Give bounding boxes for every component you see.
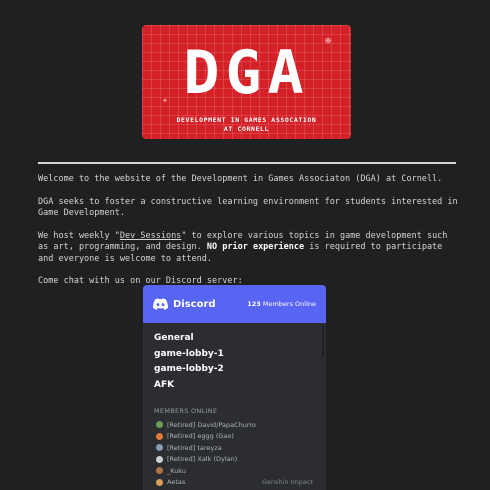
logo-subtitle-line1: DEVELOPMENT IN GAMES ASSOCATION	[176, 116, 317, 124]
member-item[interactable]: _Kuku	[156, 465, 313, 477]
logo-robot-icon: ☻	[325, 36, 332, 47]
member-item[interactable]: [Retired] eggg (Gao)	[156, 431, 313, 443]
discord-widget: Discord 123 Members Online General game-…	[143, 285, 326, 490]
online-number: 123	[247, 300, 261, 308]
online-count: 123 Members Online	[247, 300, 316, 308]
member-avatar	[156, 421, 163, 429]
member-avatar	[156, 444, 163, 452]
logo-subtitle-line2: AT CORNELL	[223, 125, 270, 133]
logo-subtitle: DEVELOPMENT IN GAMES ASSOCATION AT CORNE…	[142, 116, 351, 134]
member-name: [Retired] Xalk (Dylan)	[167, 455, 238, 464]
member-item[interactable]: [Retired] tareyza	[156, 442, 313, 454]
online-label: Members Online	[262, 300, 316, 308]
no-experience-emphasis: NO prior experience	[206, 242, 305, 252]
discord-logo[interactable]: Discord	[153, 298, 216, 310]
channel-scrollbar[interactable]	[322, 325, 324, 357]
discord-header: Discord 123 Members Online	[143, 285, 326, 323]
logo-mark: DGA	[183, 38, 310, 108]
member-name: [Retired] David/PapaChurro	[167, 420, 256, 429]
dev-sessions-link[interactable]: Dev Sessions	[120, 231, 181, 241]
member-item[interactable]: [Retired] David/PapaChurro	[156, 419, 313, 431]
member-item[interactable]: [Retired] Xalk (Dylan)	[156, 454, 313, 466]
logo-star-icon: ✦	[162, 95, 169, 106]
member-avatar	[156, 467, 163, 475]
sessions-text-before: We host weekly "	[38, 230, 120, 241]
divider	[38, 162, 456, 164]
member-avatar	[156, 478, 163, 486]
members-online-header: MEMBERS ONLINE	[154, 407, 218, 415]
member-name: _Kuku	[167, 466, 186, 475]
member-name: [Retired] eggg (Gao)	[167, 432, 234, 441]
member-list: [Retired] David/PapaChurro [Retired] egg…	[143, 419, 326, 488]
channel-game-lobby-1[interactable]: game-lobby-1	[154, 347, 315, 363]
member-avatar	[156, 455, 163, 463]
member-item[interactable]: Aetas Genshin Impact	[156, 477, 313, 489]
member-name: [Retired] tareyza	[167, 443, 222, 452]
member-avatar	[156, 432, 163, 440]
channel-general[interactable]: General	[154, 331, 315, 347]
welcome-text: Welcome to the website of the Developmen…	[38, 174, 443, 184]
dga-logo: DGA ☻ ✦ DEVELOPMENT IN GAMES ASSOCATION …	[142, 25, 351, 139]
member-name: Aetas	[167, 478, 186, 487]
intro-content: Welcome to the website of the Developmen…	[38, 174, 458, 299]
discord-icon	[153, 298, 168, 310]
channel-afk[interactable]: AFK	[154, 378, 315, 394]
channel-list: General game-lobby-1 game-lobby-2 AFK	[143, 323, 326, 393]
channel-game-lobby-2[interactable]: game-lobby-2	[154, 362, 315, 378]
mission-text: DGA seeks to foster a constructive learn…	[38, 196, 458, 219]
sessions-text: We host weekly "Dev Sessions" to explore…	[38, 231, 458, 266]
discord-brand: Discord	[173, 298, 216, 310]
member-game: Genshin Impact	[261, 478, 313, 487]
